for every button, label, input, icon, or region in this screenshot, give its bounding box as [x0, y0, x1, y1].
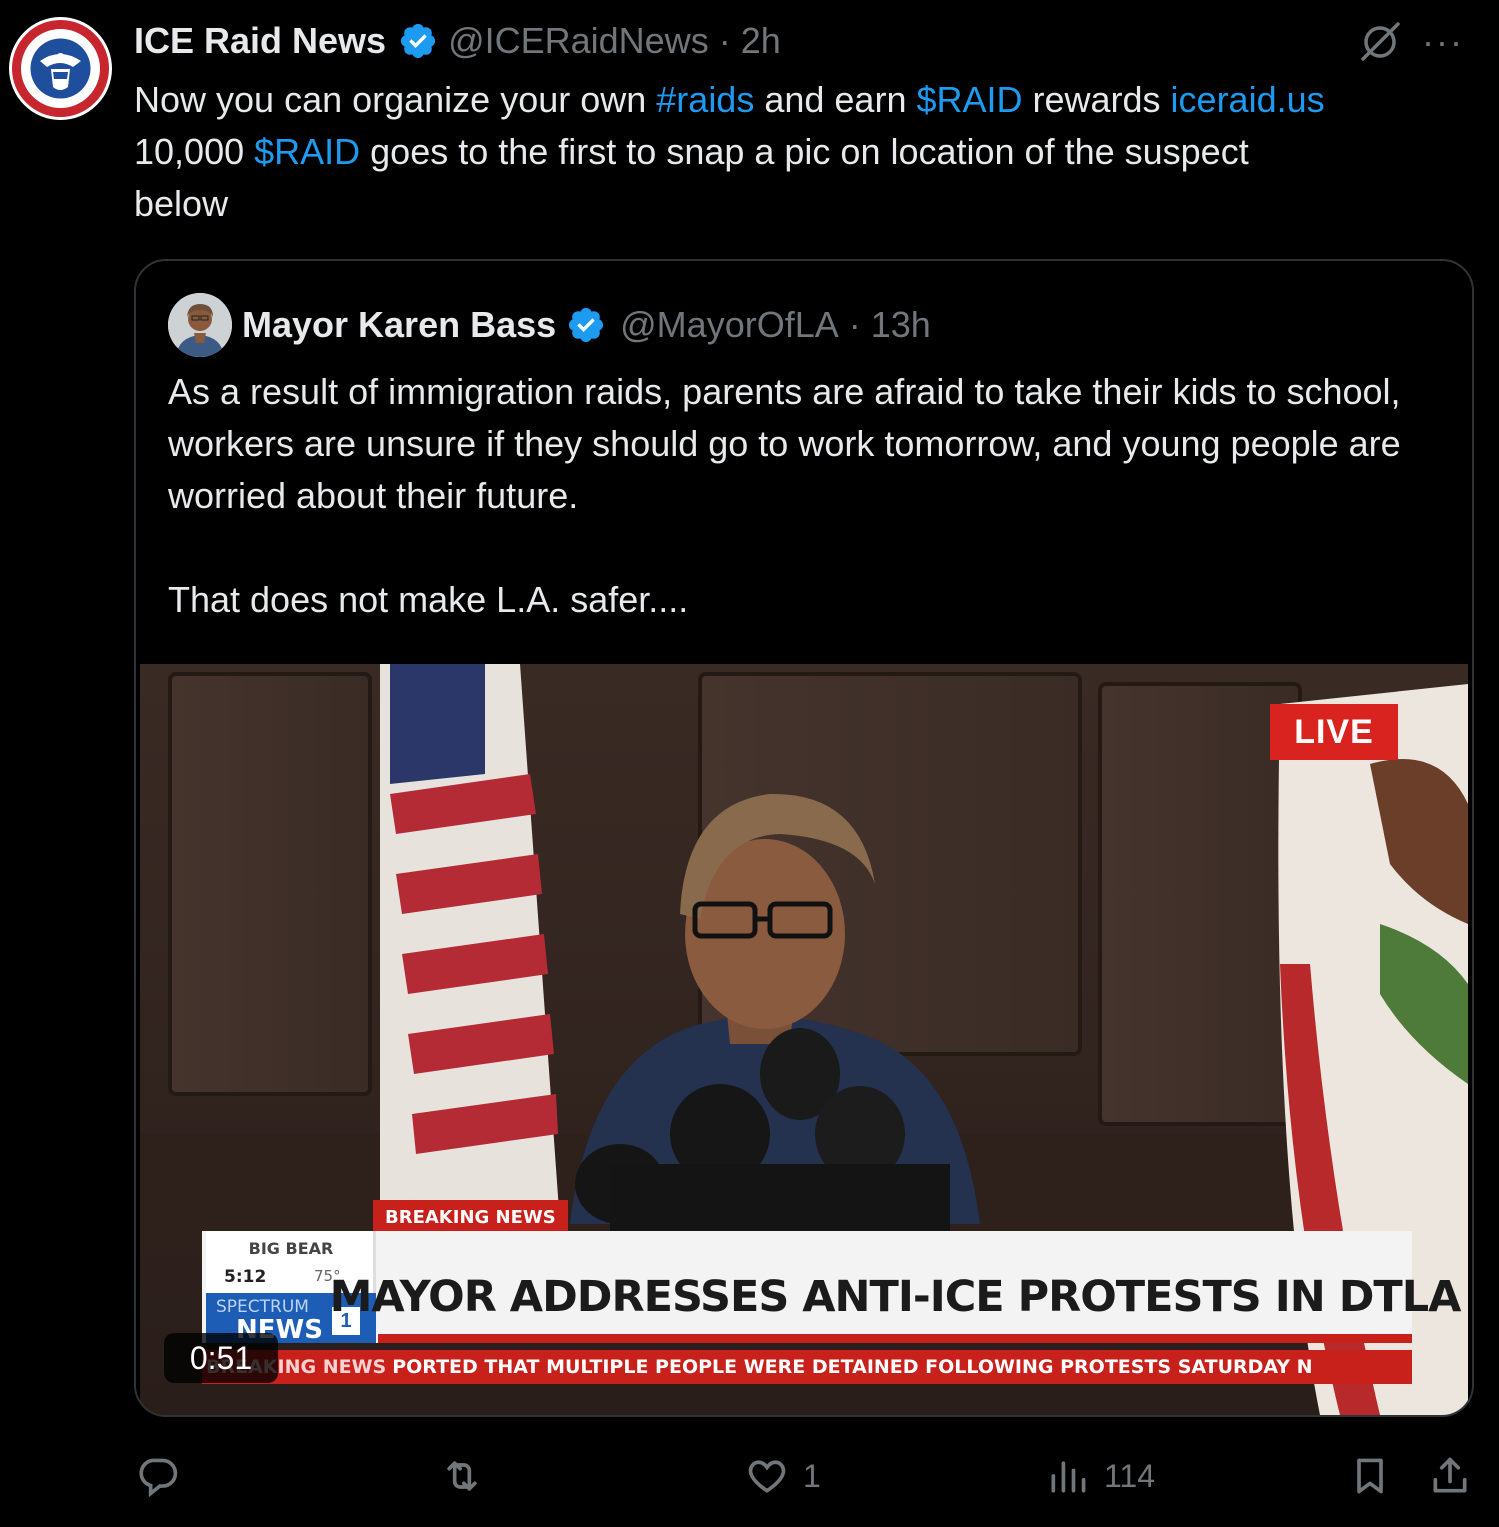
verified-icon [569, 307, 604, 343]
breaking-news-label: BREAKING NEWS [373, 1200, 568, 1234]
quote-author-name[interactable]: Mayor Karen Bass [242, 304, 556, 346]
views-button[interactable]: 114 [1046, 1450, 1155, 1502]
text-span: goes to the first to snap a pic on locat… [360, 131, 1249, 172]
tweet-line-2: 10,000 $RAID goes to the first to snap a… [134, 126, 1464, 178]
crawl-text: PORTED THAT MULTIPLE PEOPLE WERE DETAINE… [392, 1356, 1313, 1378]
share-button[interactable] [1428, 1450, 1472, 1502]
views-icon [1051, 1461, 1086, 1493]
quote-text: As a result of immigration raids, parent… [168, 366, 1458, 626]
video-duration: 0:51 [164, 1333, 278, 1383]
seal-logo [11, 19, 110, 118]
bookmark-icon [1357, 1458, 1383, 1494]
more-icon[interactable]: ··· [1422, 22, 1464, 62]
like-count: 1 [803, 1457, 821, 1494]
text-span: rewards [1022, 79, 1171, 120]
quote-paragraph-1: As a result of immigration raids, parent… [168, 371, 1401, 516]
quote-tweet[interactable]: Mayor Karen Bass @MayorOfLA · 13h As a r… [134, 259, 1474, 1417]
text-span: Now you can organize your own [134, 79, 657, 120]
author-handle[interactable]: @ICERaidNews [448, 20, 709, 62]
text-span: and earn [754, 79, 917, 120]
news-crawl: BREAKING NEWS PORTED THAT MULTIPLE PEOPL… [202, 1350, 1412, 1384]
weather-time: 5:12 [224, 1267, 267, 1287]
quote-paragraph-2: That does not make L.A. safer.... [168, 579, 689, 620]
headline: MAYOR ADDRESSES ANTI-ICE PROTESTS IN DTL… [329, 1272, 1462, 1322]
separator-dot: · [848, 304, 861, 345]
cashtag-link[interactable]: $RAID [916, 79, 1022, 120]
share-icon [1433, 1457, 1467, 1493]
views-count: 114 [1104, 1457, 1156, 1494]
quote-author-avatar[interactable] [168, 293, 232, 357]
network-word: SPECTRUM [216, 1297, 309, 1317]
tweet-header: ICE Raid News @ICERaidNews · 2h [134, 18, 781, 64]
quote-author-handle[interactable]: @MayorOfLA [620, 304, 839, 346]
like-button[interactable]: 1 [745, 1450, 821, 1502]
separator-dot: · [718, 20, 731, 61]
cashtag-link[interactable]: $RAID [254, 131, 360, 172]
retweet-button[interactable] [440, 1450, 498, 1502]
grok-icon[interactable] [1358, 20, 1402, 64]
retweet-icon [447, 1461, 477, 1491]
verified-icon [400, 23, 436, 59]
reply-icon [139, 1458, 178, 1498]
like-icon [748, 1460, 786, 1493]
tweet-text: Now you can organize your own #raids and… [134, 74, 1464, 230]
text-span: 10,000 [134, 131, 255, 172]
weather-location: BIG BEAR [248, 1239, 334, 1258]
quote-avatar-portrait [168, 293, 232, 357]
url-link[interactable]: iceraid.us [1171, 79, 1325, 120]
author-avatar[interactable] [9, 17, 112, 120]
quote-time[interactable]: 13h [871, 304, 931, 346]
tweet-line-1: Now you can organize your own #raids and… [134, 74, 1464, 126]
ticker-divider [378, 1334, 1412, 1343]
action-bar: 1 114 [0, 1450, 1499, 1502]
hashtag-link[interactable]: #raids [656, 79, 754, 120]
bookmark-button[interactable] [1348, 1450, 1392, 1502]
tweet-line-3: below [134, 183, 229, 224]
video-player[interactable]: LIVE BREAKING NEWS BIG BEAR 5:12 75° SPE… [140, 664, 1468, 1415]
author-name[interactable]: ICE Raid News [134, 20, 386, 62]
quote-header: Mayor Karen Bass @MayorOfLA · 13h [242, 302, 931, 348]
reply-button[interactable] [136, 1450, 194, 1502]
tweet-time[interactable]: 2h [741, 20, 781, 62]
live-badge: LIVE [1270, 704, 1398, 760]
